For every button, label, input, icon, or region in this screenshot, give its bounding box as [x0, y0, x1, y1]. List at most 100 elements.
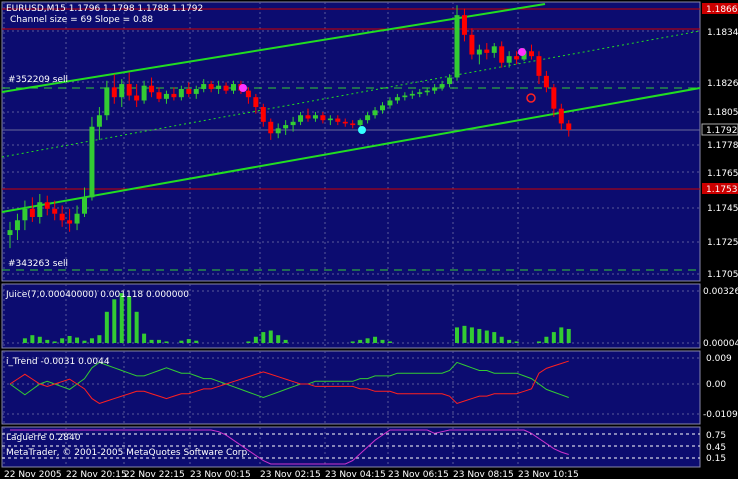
candle-body[interactable]: [424, 90, 430, 93]
candle-body[interactable]: [111, 87, 117, 98]
candle-body[interactable]: [380, 105, 385, 111]
candle-body[interactable]: [529, 51, 534, 57]
laguerre-pane[interactable]: Laguerre 0.2840 MetaTrader, © 2001-2005 …: [1, 426, 726, 468]
candle-body[interactable]: [22, 208, 28, 221]
juice-bar: [455, 327, 459, 343]
candle-body[interactable]: [134, 95, 140, 101]
candle-body[interactable]: [469, 34, 475, 55]
candle-body[interactable]: [44, 202, 50, 209]
candle-body[interactable]: [551, 87, 557, 109]
candle-body[interactable]: [409, 93, 415, 96]
candle-body[interactable]: [156, 92, 162, 99]
candle-body[interactable]: [223, 85, 229, 91]
candle-body[interactable]: [447, 77, 453, 85]
candle-body[interactable]: [201, 84, 207, 89]
juice-bar: [365, 338, 370, 343]
juice-bar: [536, 341, 541, 343]
candle-body[interactable]: [260, 107, 266, 122]
candle-body[interactable]: [141, 85, 147, 101]
candle-body[interactable]: [104, 87, 110, 116]
candle-body[interactable]: [491, 46, 497, 53]
candle-body[interactable]: [89, 126, 95, 198]
candle-body[interactable]: [357, 120, 363, 126]
juice-pane[interactable]: Juice(7,0.00040000) 0.001118 0.000000 0.…: [1, 283, 738, 349]
candle-body[interactable]: [298, 115, 304, 122]
candle-body[interactable]: [231, 84, 236, 91]
candle-body[interactable]: [536, 56, 542, 76]
candle-body[interactable]: [253, 97, 259, 108]
juice-bar: [22, 338, 27, 343]
juice-bar: [45, 339, 50, 343]
candle-body[interactable]: [96, 115, 102, 127]
itrend-tick: 0.00: [706, 380, 726, 390]
candle-body[interactable]: [178, 88, 184, 98]
candle-body[interactable]: [171, 93, 177, 98]
candle-body[interactable]: [14, 220, 20, 231]
candle-body[interactable]: [543, 75, 549, 88]
candle-body[interactable]: [476, 49, 482, 55]
candle-body[interactable]: [82, 197, 87, 214]
candle-body[interactable]: [514, 56, 520, 60]
candle-body[interactable]: [417, 92, 423, 94]
candle-body[interactable]: [342, 121, 348, 124]
candle-body[interactable]: [335, 118, 341, 122]
candle-body[interactable]: [126, 84, 132, 96]
candle-body[interactable]: [208, 84, 214, 89]
candle-body[interactable]: [37, 202, 43, 217]
candle-body[interactable]: [566, 123, 572, 131]
time-axis[interactable]: 22 Nov 2005 22 Nov 20:1522 Nov 22:15 23 No…: [4, 470, 579, 479]
candle-body[interactable]: [67, 220, 73, 224]
candle-body[interactable]: [186, 88, 192, 94]
candle-body[interactable]: [59, 213, 65, 221]
laguerre-label: Laguerre 0.2840: [6, 433, 81, 443]
candle-body[interactable]: [290, 121, 296, 126]
juice-bar: [566, 328, 571, 343]
juice-bar: [484, 330, 489, 343]
candle-body[interactable]: [484, 49, 490, 53]
juice-bar: [380, 339, 385, 343]
main-price-pane[interactable]: EURUSD,M15 1.1796 1.1798 1.1788 1.1792 C…: [1, 1, 701, 282]
candle-body[interactable]: [245, 90, 251, 98]
candle-body[interactable]: [268, 121, 274, 134]
candle-body[interactable]: [193, 88, 199, 94]
candle-body[interactable]: [52, 208, 58, 214]
juice-bar: [194, 340, 199, 343]
candle-body[interactable]: [149, 85, 155, 93]
candle-body[interactable]: [439, 84, 445, 88]
candle-body[interactable]: [312, 115, 318, 119]
candle-body[interactable]: [506, 56, 512, 63]
candle-body[interactable]: [387, 100, 393, 106]
candle-body[interactable]: [119, 84, 125, 98]
candle-body[interactable]: [283, 125, 289, 129]
candle-body[interactable]: [74, 213, 80, 224]
candle-body[interactable]: [29, 208, 35, 217]
candle-body[interactable]: [305, 115, 311, 119]
candle-body[interactable]: [402, 95, 408, 98]
candle-body[interactable]: [394, 97, 400, 101]
candle-body[interactable]: [432, 87, 438, 91]
sell-label-lower: #343263 sell: [8, 259, 68, 269]
juice-bar: [179, 340, 184, 343]
juice-bar: [134, 311, 139, 343]
candle-body[interactable]: [163, 93, 169, 99]
candle-body[interactable]: [275, 128, 281, 134]
candle-body[interactable]: [327, 118, 333, 121]
price-tick: 1.1834: [707, 28, 738, 38]
candle-body[interactable]: [499, 46, 505, 63]
signal-dot-cyan[interactable]: [358, 126, 366, 134]
itrend-pane[interactable]: 0.009 i_Trend -0.0031 0.0044 0.009 0.00 …: [1, 350, 738, 425]
candle-body[interactable]: [558, 108, 564, 124]
signal-dot-magenta-2[interactable]: [518, 48, 526, 56]
candle-body[interactable]: [216, 85, 222, 89]
candle-body[interactable]: [372, 110, 378, 116]
trading-chart[interactable]: EURUSD,M15 1.1796 1.1798 1.1788 1.1792 C…: [0, 0, 738, 479]
candle-body[interactable]: [320, 115, 326, 121]
signal-dot-magenta[interactable]: [239, 84, 247, 92]
juice-tick: 0.00326: [703, 287, 738, 297]
candle-body[interactable]: [350, 123, 356, 126]
candle-body[interactable]: [7, 230, 13, 236]
candle-body[interactable]: [365, 115, 371, 121]
juice-bar: [373, 336, 378, 343]
candle-body[interactable]: [454, 15, 460, 78]
candle-body[interactable]: [461, 15, 467, 35]
